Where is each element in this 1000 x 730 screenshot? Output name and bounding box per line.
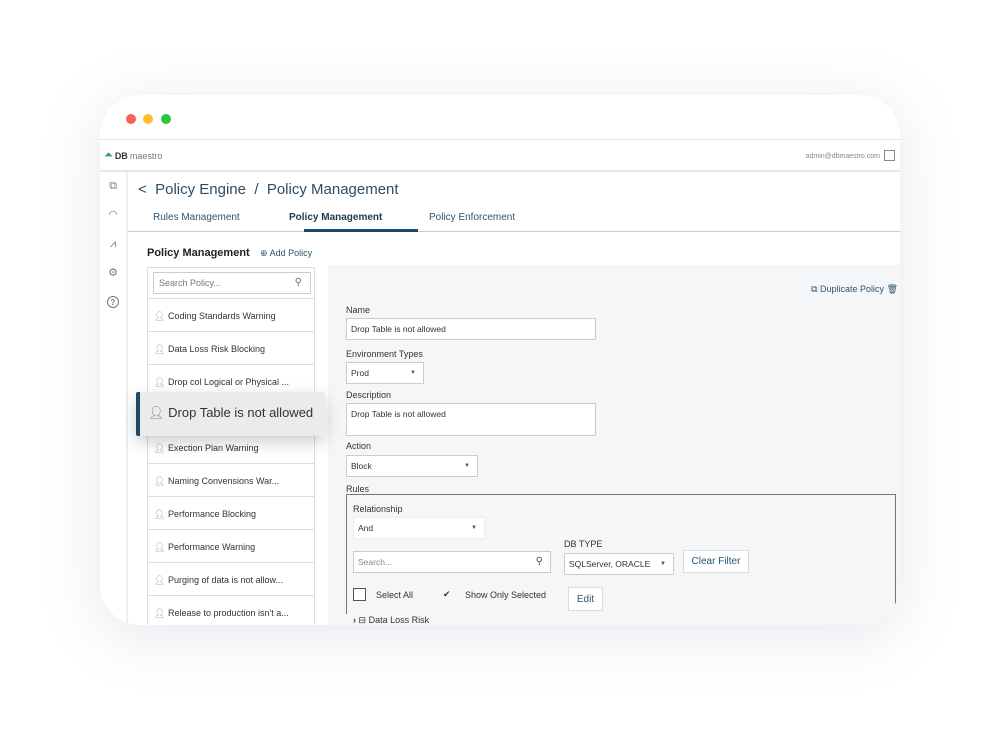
sidebar: ⧉ ◠ ⩘ ⚙ ? <box>100 172 128 625</box>
trash-icon[interactable]: 🗑 <box>887 284 898 294</box>
app-window: ⏶ DB maestro admin@dbmaestro.com ⧉ ◠ ⩘ ⚙ ?… <box>100 95 900 625</box>
env-label: Environment Types <box>346 349 423 359</box>
active-tab-indicator <box>304 229 418 232</box>
chevron-right-icon: › <box>353 615 356 625</box>
logo: ⏶ DB maestro <box>104 149 163 161</box>
breadcrumb-text: Policy Engine / Policy Management <box>155 181 399 198</box>
show-only-selected-label: Show Only Selected <box>465 590 547 600</box>
name-label: Name <box>346 305 371 315</box>
dbtype-select[interactable]: SQLServer, ORACLE ▼ <box>564 553 674 575</box>
env-select[interactable]: Prod ▼ <box>346 362 424 384</box>
rules-search-input[interactable]: Search... ⚲ <box>353 551 551 573</box>
search-policy-input[interactable]: Search Policy... ⚲ <box>153 272 311 294</box>
back-button[interactable]: < <box>138 181 147 198</box>
policy-list-item[interactable]: 👤︎ Release to production isn't a... <box>148 595 314 625</box>
checkmark-icon[interactable]: ✔ <box>443 589 451 600</box>
duplicate-policy-button[interactable]: ⧉ Duplicate Policy 🗑 <box>811 284 898 295</box>
desc-label: Description <box>346 390 392 400</box>
policy-list-item[interactable]: 👤︎ Naming Convensions War... <box>148 463 314 496</box>
copy-icon[interactable]: ⧉ <box>107 180 119 192</box>
policy-list-item[interactable]: 👤︎ Performance Blocking <box>148 496 314 529</box>
policy-list-item[interactable]: 👤︎ Purging of data is not allow... <box>148 562 314 595</box>
select-all-checkbox[interactable] <box>353 588 366 601</box>
user-icon: 👤︎ <box>154 377 166 387</box>
user-icon: 👤︎ <box>154 542 166 552</box>
user-icon: 👤︎ <box>154 608 166 618</box>
plus-circle-icon: ⊕ <box>260 248 268 258</box>
user-icon: 👤︎ <box>148 405 165 420</box>
policy-list-item[interactable]: 👤︎ Performance Warning <box>148 529 314 562</box>
policy-list: Search Policy... ⚲ 👤︎ Coding Standards Wa… <box>147 267 315 625</box>
action-select[interactable]: Block ▼ <box>346 455 478 477</box>
relationship-select[interactable]: And ▼ <box>353 517 485 539</box>
relationship-label: Relationship <box>353 504 403 514</box>
user-icon: 👤︎ <box>154 575 166 585</box>
user-icon: 👤︎ <box>154 476 166 486</box>
user-icon: 👤︎ <box>154 344 166 354</box>
description-input[interactable]: Drop Table is not allowed <box>346 403 596 436</box>
selected-policy-item[interactable]: 👤︎ Drop Table is not allowed <box>136 392 325 436</box>
close-window-button[interactable] <box>126 114 136 124</box>
add-policy-button[interactable]: ⊕ Add Policy <box>260 248 312 259</box>
select-all-label: Select All <box>376 590 414 600</box>
tree-item[interactable]: › ⊟ Data Loss Risk <box>353 615 429 625</box>
dbtype-label: DB TYPE <box>564 539 603 549</box>
minimize-window-button[interactable] <box>143 114 153 124</box>
help-icon[interactable]: ? <box>107 296 119 308</box>
tabs: Rules Management Policy Management Polic… <box>128 208 900 232</box>
rules-label: Rules <box>346 484 370 494</box>
user-icon: 👤︎ <box>154 443 166 453</box>
policy-list-item[interactable]: 👤︎ Data Loss Risk Blocking <box>148 331 314 364</box>
gear-icon[interactable]: ⚙ <box>107 267 119 279</box>
collapse-icon: ⊟ <box>358 615 367 625</box>
user-icon: 👤︎ <box>154 509 166 519</box>
policy-list-item[interactable]: 👤︎ Coding Standards Warning <box>148 298 314 331</box>
logout-icon[interactable] <box>884 150 895 161</box>
app-header: ⏶ DB maestro admin@dbmaestro.com <box>100 140 900 172</box>
search-icon: ⚲ <box>294 277 302 288</box>
tab-policy-enforcement[interactable]: Policy Enforcement <box>429 212 515 223</box>
tab-rules-management[interactable]: Rules Management <box>153 212 240 223</box>
search-icon: ⚲ <box>535 556 543 567</box>
dashboard-icon[interactable]: ◠ <box>107 209 119 221</box>
chart-icon[interactable]: ⩘ <box>107 238 119 250</box>
rules-box: Relationship And ▼ DB TYPE Search... ⚲ SQL… <box>346 494 896 625</box>
section-title: Policy Management <box>147 247 250 259</box>
duplicate-icon: ⧉ <box>811 284 818 294</box>
policy-details-panel: ⧉ Duplicate Policy 🗑 Name Drop Table is … <box>328 265 900 625</box>
user-icon: 👤︎ <box>154 311 166 321</box>
tab-policy-management[interactable]: Policy Management <box>289 212 382 223</box>
breadcrumb: < Policy Engine / Policy Management <box>138 181 399 198</box>
action-label: Action <box>346 441 372 451</box>
edit-button[interactable]: Edit <box>568 587 603 611</box>
maximize-window-button[interactable] <box>161 114 171 124</box>
clear-filter-button[interactable]: Clear Filter <box>683 550 749 573</box>
user-email: admin@dbmaestro.com <box>805 153 880 160</box>
name-input[interactable]: Drop Table is not allowed <box>346 318 596 340</box>
